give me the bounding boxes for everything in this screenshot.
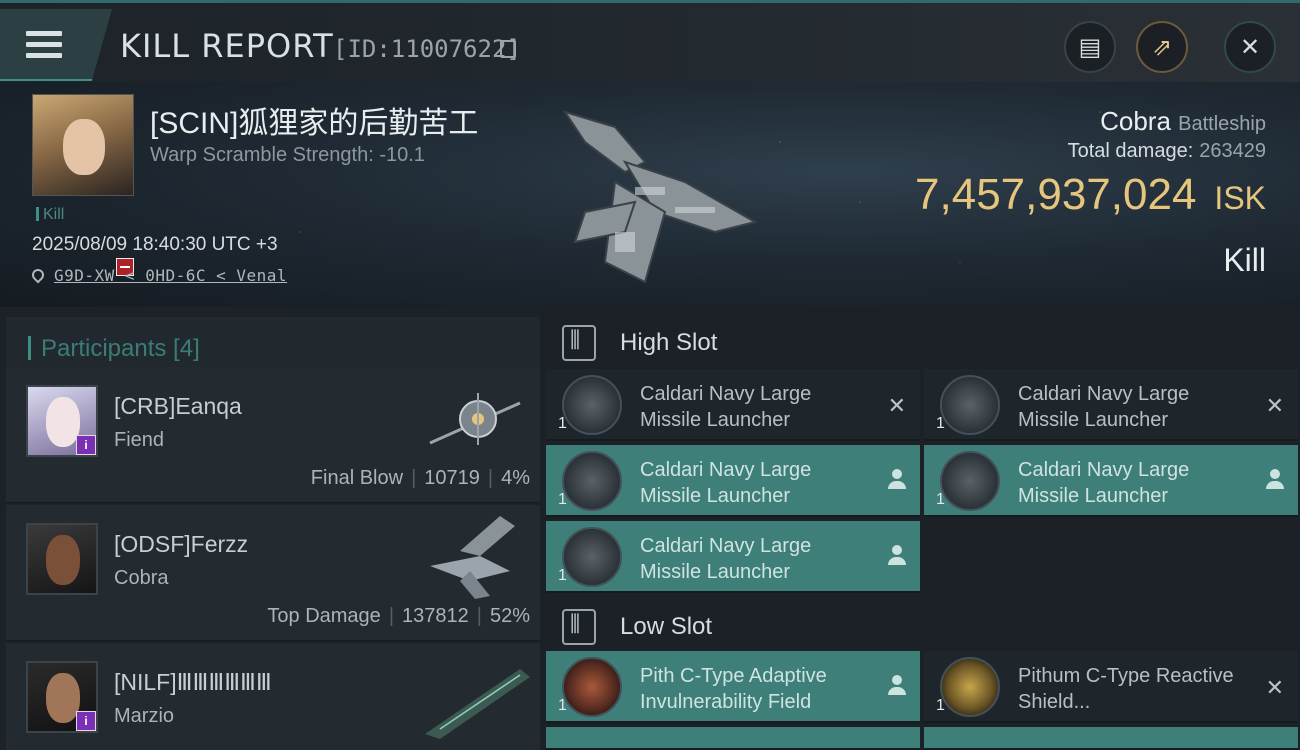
kill-summary-banner: [SCIN]狐狸家的后勤苦工 Warp Scramble Strength: -…	[0, 82, 1300, 307]
low-slot-header: Low Slot	[546, 595, 1300, 657]
corp-badge-icon: i	[76, 435, 96, 455]
participants-title: Participants [4]	[28, 335, 200, 363]
missile-launcher-icon	[940, 375, 1000, 435]
location-pin-icon	[29, 266, 47, 284]
module-name: Pithum C-Type Reactive Shield...	[1018, 665, 1234, 713]
menu-button[interactable]	[0, 9, 112, 81]
warp-scramble-strength: Warp Scramble Strength: -10.1	[150, 144, 425, 166]
module-item[interactable]: 1 Caldari Navy Large Missile Launcher ✕	[924, 369, 1298, 441]
missile-launcher-icon	[562, 451, 622, 511]
participant-stats: Final Blow | 10719 | 4%	[310, 467, 530, 489]
corp-badge-icon: i	[76, 711, 96, 731]
destroyed-icon: ✕	[1265, 675, 1284, 700]
participant-row[interactable]: [ODSF]Ferzz Cobra Top Damage | 137812 | 52%	[6, 505, 540, 641]
fitting-panel: High Slot 1 Caldari Navy Large Missile L…	[540, 307, 1300, 750]
high-slot-icon	[562, 325, 596, 361]
close-icon: ✕	[1239, 33, 1261, 61]
module-name: Caldari Navy Large Missile Launcher	[1018, 383, 1190, 431]
kill-location[interactable]: G9D-XW < 0HD-6C < Venal	[29, 266, 287, 286]
module-item[interactable]: 1 Caldari Navy Large Missile Launcher	[546, 521, 920, 593]
avatar[interactable]	[26, 523, 98, 595]
total-damage: Total damage: 263429	[1067, 140, 1266, 162]
location-link[interactable]: G9D-XW < 0HD-6C < Venal	[54, 266, 287, 285]
avatar-face	[46, 535, 80, 585]
kill-tag: Kill	[36, 206, 64, 224]
kill-type: Kill	[1223, 242, 1266, 278]
participant-ship: Fiend	[114, 429, 165, 451]
module-qty: 1	[936, 697, 945, 714]
participant-row[interactable]: i [NILF]ⅢⅢⅢⅢⅢⅢ Marzio	[6, 643, 540, 750]
module-qty: 1	[558, 415, 567, 432]
high-slot-header: High Slot	[546, 311, 1300, 373]
destroyed-icon: ✕	[887, 393, 906, 418]
dropped-pilot-icon	[888, 469, 906, 491]
module-name: Caldari Navy Large Missile Launcher	[640, 535, 812, 583]
participant-name: [NILF]ⅢⅢⅢⅢⅢⅢ	[114, 669, 272, 695]
module-item[interactable]: 1 Pith C-Type Adaptive Invulnerability F…	[546, 651, 920, 723]
participant-name: [ODSF]Ferzz	[114, 531, 249, 557]
victim-portrait[interactable]	[32, 94, 134, 196]
low-slot-title: Low Slot	[620, 613, 713, 640]
module-name: Caldari Navy Large Missile Launcher	[640, 383, 812, 431]
module-qty: 1	[936, 415, 945, 432]
missile-launcher-icon	[940, 451, 1000, 511]
menu-icon	[26, 31, 62, 59]
kill-report-header: KILL REPORT [ID:11007622] ▤ ⇗ ✕	[0, 0, 1300, 82]
missile-launcher-icon	[562, 527, 622, 587]
participant-name: [CRB]Eanqa	[114, 393, 242, 419]
clipboard-button[interactable]: ▤	[1064, 21, 1116, 73]
participant-ship-image	[430, 516, 515, 599]
participant-ship: Cobra	[114, 567, 169, 589]
participant-ship: Marzio	[114, 705, 175, 727]
participants-header: Participants [4]	[6, 317, 540, 373]
dropped-pilot-icon	[1266, 469, 1284, 491]
dropped-pilot-icon	[888, 545, 906, 567]
module-qty: 1	[936, 491, 945, 508]
ship-name: Cobra Battleship	[1100, 106, 1266, 136]
shield-module-icon	[562, 657, 622, 717]
shield-module-icon	[940, 657, 1000, 717]
avatar-face	[46, 673, 80, 723]
module-item[interactable]	[924, 727, 1298, 750]
module-name: Caldari Navy Large Missile Launcher	[640, 459, 812, 507]
close-button[interactable]: ✕	[1224, 21, 1276, 73]
page-title: KILL REPORT	[120, 27, 334, 65]
clipboard-icon: ▤	[1078, 33, 1102, 61]
copy-icon[interactable]	[500, 40, 516, 58]
low-slot-icon	[562, 609, 596, 645]
report-id: [ID:11007622]	[333, 35, 521, 63]
victim-name[interactable]: [SCIN]狐狸家的后勤苦工	[150, 98, 478, 142]
module-name: Pith C-Type Adaptive Invulnerability Fie…	[640, 665, 827, 713]
participant-ship-image	[429, 393, 521, 445]
module-item[interactable]: 1 Pithum C-Type Reactive Shield... ✕	[924, 651, 1298, 723]
participants-panel: Participants [4] i [CRB]Eanqa Fiend Fina…	[0, 307, 540, 750]
participant-ship-image	[425, 669, 530, 739]
module-item[interactable]: 1 Caldari Navy Large Missile Launcher ✕	[546, 369, 920, 441]
module-item[interactable]	[546, 727, 920, 750]
participant-row[interactable]: i [CRB]Eanqa Fiend Final Blow | 10719 | 4%	[6, 367, 540, 503]
missile-launcher-icon	[562, 375, 622, 435]
share-icon: ⇗	[1151, 33, 1173, 61]
participant-stats: Top Damage | 137812 | 52%	[267, 605, 530, 627]
module-item[interactable]: 1 Caldari Navy Large Missile Launcher	[546, 445, 920, 517]
victim-ship-image	[562, 110, 758, 284]
module-item[interactable]: 1 Caldari Navy Large Missile Launcher	[924, 445, 1298, 517]
avatar-face	[46, 397, 80, 447]
portrait-face	[63, 119, 105, 175]
dropped-pilot-icon	[888, 675, 906, 697]
share-button[interactable]: ⇗	[1136, 21, 1188, 73]
module-qty: 1	[558, 697, 567, 714]
module-qty: 1	[558, 491, 567, 508]
isk-value: 7,457,937,024 ISK	[915, 170, 1266, 219]
module-qty: 1	[558, 567, 567, 584]
destroyed-icon: ✕	[1265, 393, 1284, 418]
module-name: Caldari Navy Large Missile Launcher	[1018, 459, 1190, 507]
kill-time: 2025/08/09 18:40:30 UTC +3	[32, 234, 278, 255]
high-slot-title: High Slot	[620, 329, 718, 356]
